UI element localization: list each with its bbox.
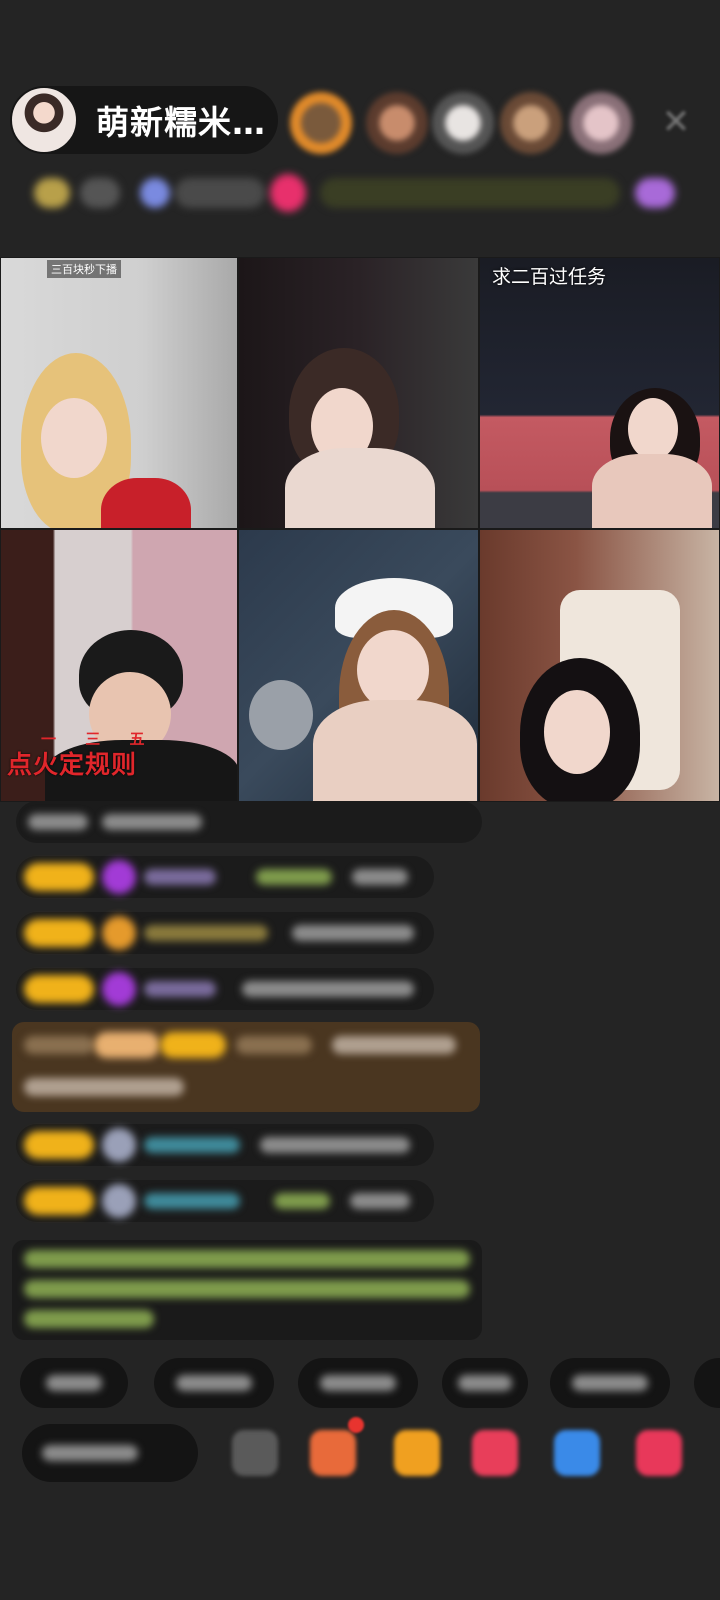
guest-video-6[interactable]	[479, 529, 720, 802]
guest-face	[544, 690, 610, 774]
guest-caption: 点火定规则	[7, 750, 138, 779]
comment-input[interactable]	[22, 1424, 198, 1482]
guest-face	[357, 630, 429, 710]
microphone	[249, 680, 313, 750]
guest-video-5[interactable]	[238, 529, 479, 802]
guest-figure	[592, 454, 712, 528]
quick-reply-chip[interactable]	[154, 1358, 274, 1408]
quick-reply-chip[interactable]	[20, 1358, 128, 1408]
avatar-icon	[102, 1128, 136, 1162]
guest-face	[628, 398, 678, 460]
tag[interactable]	[635, 178, 675, 208]
viewer-avatar[interactable]	[366, 92, 428, 154]
viewer-avatar[interactable]	[432, 92, 494, 154]
level-badge	[24, 1187, 94, 1215]
share-icon[interactable]	[554, 1430, 600, 1476]
quick-reply-chip[interactable]	[550, 1358, 670, 1408]
level-badge	[24, 975, 94, 1003]
system-notice-message	[12, 1240, 482, 1340]
guest-video-3[interactable]: 求二百过任务	[479, 257, 720, 529]
tag[interactable]	[175, 178, 265, 208]
emoji-icon[interactable]	[232, 1430, 278, 1476]
quick-reply-chip[interactable]	[298, 1358, 418, 1408]
guest-video-2[interactable]	[238, 257, 479, 529]
chat-message	[16, 1180, 434, 1222]
multi-guest-video-grid: 三百块秒下播 求二百过任务 一 三 五 点火定规则	[0, 257, 720, 802]
level-badge	[24, 919, 94, 947]
chat-message	[16, 801, 482, 843]
close-icon[interactable]: ✕	[660, 105, 692, 139]
host-info-pill[interactable]: 萌新糯米…	[10, 86, 278, 154]
host-avatar[interactable]	[12, 88, 76, 152]
guest-caption: 求二百过任务	[492, 266, 607, 288]
interact-icon[interactable]	[472, 1430, 518, 1476]
room-tag-strip[interactable]	[20, 170, 690, 218]
fan-club-icon[interactable]	[394, 1430, 440, 1476]
guest-figure	[313, 700, 477, 801]
tag[interactable]	[80, 178, 120, 208]
diamond-icon	[102, 972, 136, 1006]
guest-video-1[interactable]: 三百块秒下播	[0, 257, 238, 529]
gift-icon[interactable]	[636, 1430, 682, 1476]
chat-message	[16, 912, 434, 954]
tag[interactable]	[270, 174, 306, 212]
guest-face	[41, 398, 107, 478]
chat-message	[16, 1124, 434, 1166]
guest-video-4[interactable]: 一 三 五 点火定规则	[0, 529, 238, 802]
chat-message	[16, 856, 434, 898]
tag[interactable]	[320, 178, 620, 208]
viewer-avatar[interactable]	[290, 92, 352, 154]
host-name: 萌新糯米…	[96, 103, 266, 142]
chat-message	[16, 968, 434, 1010]
level-badge	[24, 1131, 94, 1159]
notification-dot	[348, 1417, 364, 1433]
level-badge	[24, 863, 94, 891]
tag[interactable]	[140, 178, 170, 208]
guest-figure	[101, 478, 191, 528]
viewer-avatar[interactable]	[500, 92, 562, 154]
diamond-icon	[102, 860, 136, 894]
tag[interactable]	[34, 178, 70, 208]
fan-icon	[102, 916, 136, 950]
quick-reply-chip[interactable]	[442, 1358, 528, 1408]
quick-reply-chip[interactable]	[694, 1358, 720, 1408]
avatar-icon	[102, 1184, 136, 1218]
vip-entry-message	[12, 1022, 480, 1112]
viewer-avatar[interactable]	[570, 92, 632, 154]
guest-figure	[285, 448, 435, 528]
task-icon[interactable]	[310, 1430, 356, 1476]
guest-caption: 三百块秒下播	[47, 260, 121, 278]
